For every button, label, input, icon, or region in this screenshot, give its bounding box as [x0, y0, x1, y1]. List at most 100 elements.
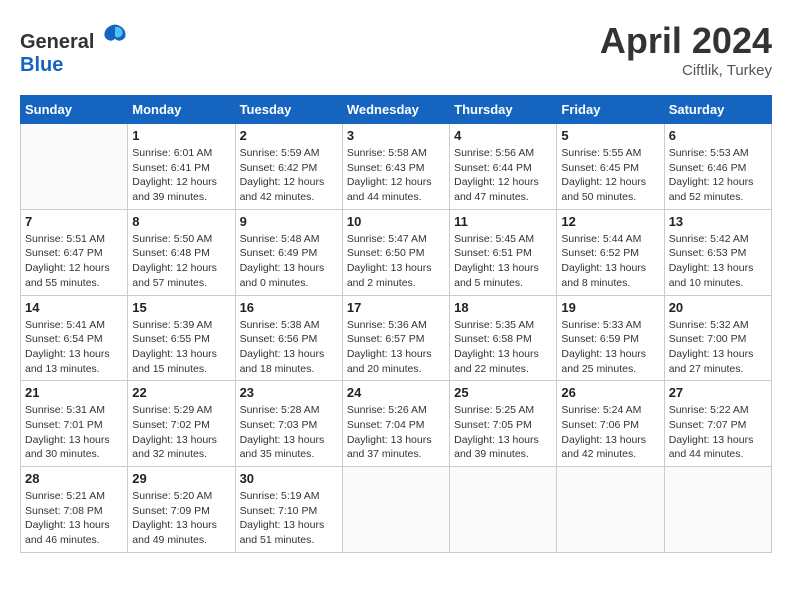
- calendar-cell: 19 Sunrise: 5:33 AM Sunset: 6:59 PM Dayli…: [557, 295, 664, 381]
- calendar-week-row: 28 Sunrise: 5:21 AM Sunset: 7:08 PM Dayli…: [21, 467, 772, 553]
- day-number: 14: [25, 300, 123, 315]
- day-number: 18: [454, 300, 552, 315]
- calendar-cell: [342, 467, 449, 553]
- logo-blue: Blue: [20, 54, 63, 76]
- day-number: 17: [347, 300, 445, 315]
- day-number: 5: [561, 128, 659, 143]
- calendar-week-row: 21 Sunrise: 5:31 AM Sunset: 7:01 PM Dayli…: [21, 381, 772, 467]
- day-info: Sunrise: 5:20 AM Sunset: 7:09 PM Dayligh…: [132, 489, 230, 548]
- day-number: 6: [669, 128, 767, 143]
- calendar-cell: [557, 467, 664, 553]
- day-info: Sunrise: 5:47 AM Sunset: 6:50 PM Dayligh…: [347, 232, 445, 291]
- day-info: Sunrise: 5:21 AM Sunset: 7:08 PM Dayligh…: [25, 489, 123, 548]
- calendar-cell: 2Sunrise: 5:59 AM Sunset: 6:42 PM Daylig…: [235, 124, 342, 210]
- calendar-cell: 26 Sunrise: 5:24 AM Sunset: 7:06 PM Dayli…: [557, 381, 664, 467]
- calendar-body: 1 Sunrise: 6:01 AM Sunset: 6:41 PM Daylig…: [21, 124, 772, 553]
- calendar-table: SundayMondayTuesdayWednesdayThursdayFrid…: [20, 95, 772, 553]
- calendar-cell: 1 Sunrise: 6:01 AM Sunset: 6:41 PM Daylig…: [128, 124, 235, 210]
- logo: General Blue: [20, 20, 129, 77]
- day-info: Sunrise: 5:42 AM Sunset: 6:53 PM Dayligh…: [669, 232, 767, 291]
- calendar-cell: 8 Sunrise: 5:50 AM Sunset: 6:48 PM Daylig…: [128, 209, 235, 295]
- day-number: 29: [132, 471, 230, 486]
- day-number: 20: [669, 300, 767, 315]
- day-number: 15: [132, 300, 230, 315]
- day-info: Sunrise: 5:22 AM Sunset: 7:07 PM Dayligh…: [669, 403, 767, 462]
- day-info: Sunrise: 5:26 AM Sunset: 7:04 PM Dayligh…: [347, 403, 445, 462]
- day-info: Sunrise: 5:58 AM Sunset: 6:43 PM Dayligh…: [347, 146, 445, 205]
- day-number: 24: [347, 385, 445, 400]
- header-day: Wednesday: [342, 96, 449, 124]
- day-info: Sunrise: 5:31 AM Sunset: 7:01 PM Dayligh…: [25, 403, 123, 462]
- day-info: Sunrise: 5:28 AM Sunset: 7:03 PM Dayligh…: [240, 403, 338, 462]
- day-number: 25: [454, 385, 552, 400]
- day-number: 2: [240, 128, 338, 143]
- calendar-cell: 20Sunrise: 5:32 AM Sunset: 7:00 PM Dayli…: [664, 295, 771, 381]
- day-number: 8: [132, 214, 230, 229]
- calendar-cell: 11 Sunrise: 5:45 AM Sunset: 6:51 PM Dayli…: [450, 209, 557, 295]
- calendar-cell: 30Sunrise: 5:19 AM Sunset: 7:10 PM Dayli…: [235, 467, 342, 553]
- calendar-cell: 27Sunrise: 5:22 AM Sunset: 7:07 PM Dayli…: [664, 381, 771, 467]
- day-info: Sunrise: 5:50 AM Sunset: 6:48 PM Dayligh…: [132, 232, 230, 291]
- calendar-cell: 12Sunrise: 5:44 AM Sunset: 6:52 PM Dayli…: [557, 209, 664, 295]
- day-number: 3: [347, 128, 445, 143]
- calendar-cell: 23 Sunrise: 5:28 AM Sunset: 7:03 PM Dayli…: [235, 381, 342, 467]
- calendar-cell: [664, 467, 771, 553]
- header-day: Monday: [128, 96, 235, 124]
- header-day: Saturday: [664, 96, 771, 124]
- logo-text: General Blue: [20, 20, 129, 77]
- day-number: 23: [240, 385, 338, 400]
- calendar-cell: 7Sunrise: 5:51 AM Sunset: 6:47 PM Daylig…: [21, 209, 128, 295]
- logo-general: General: [20, 31, 94, 53]
- day-number: 16: [240, 300, 338, 315]
- day-info: Sunrise: 5:35 AM Sunset: 6:58 PM Dayligh…: [454, 318, 552, 377]
- day-number: 30: [240, 471, 338, 486]
- calendar-cell: 24 Sunrise: 5:26 AM Sunset: 7:04 PM Dayli…: [342, 381, 449, 467]
- calendar-cell: [21, 124, 128, 210]
- day-number: 1: [132, 128, 230, 143]
- day-number: 11: [454, 214, 552, 229]
- day-number: 9: [240, 214, 338, 229]
- day-info: Sunrise: 5:45 AM Sunset: 6:51 PM Dayligh…: [454, 232, 552, 291]
- day-info: Sunrise: 5:33 AM Sunset: 6:59 PM Dayligh…: [561, 318, 659, 377]
- calendar-header: SundayMondayTuesdayWednesdayThursdayFrid…: [21, 96, 772, 124]
- calendar-cell: 29 Sunrise: 5:20 AM Sunset: 7:09 PM Dayli…: [128, 467, 235, 553]
- page-header: General Blue April 2024 Ciftlik, Turkey: [20, 20, 772, 79]
- calendar-cell: 25Sunrise: 5:25 AM Sunset: 7:05 PM Dayli…: [450, 381, 557, 467]
- day-info: Sunrise: 5:36 AM Sunset: 6:57 PM Dayligh…: [347, 318, 445, 377]
- day-number: 19: [561, 300, 659, 315]
- calendar-cell: 21 Sunrise: 5:31 AM Sunset: 7:01 PM Dayli…: [21, 381, 128, 467]
- day-info: Sunrise: 5:24 AM Sunset: 7:06 PM Dayligh…: [561, 403, 659, 462]
- day-info: Sunrise: 5:56 AM Sunset: 6:44 PM Dayligh…: [454, 146, 552, 205]
- day-info: Sunrise: 5:39 AM Sunset: 6:55 PM Dayligh…: [132, 318, 230, 377]
- logo-bird-icon: [101, 20, 129, 48]
- day-info: Sunrise: 6:01 AM Sunset: 6:41 PM Dayligh…: [132, 146, 230, 205]
- subtitle: Ciftlik, Turkey: [600, 62, 772, 79]
- day-number: 10: [347, 214, 445, 229]
- calendar-cell: 13Sunrise: 5:42 AM Sunset: 6:53 PM Dayli…: [664, 209, 771, 295]
- header-day: Sunday: [21, 96, 128, 124]
- calendar-cell: 14 Sunrise: 5:41 AM Sunset: 6:54 PM Dayli…: [21, 295, 128, 381]
- calendar-cell: 22Sunrise: 5:29 AM Sunset: 7:02 PM Dayli…: [128, 381, 235, 467]
- day-number: 22: [132, 385, 230, 400]
- header-row: SundayMondayTuesdayWednesdayThursdayFrid…: [21, 96, 772, 124]
- calendar-cell: 5 Sunrise: 5:55 AM Sunset: 6:45 PM Daylig…: [557, 124, 664, 210]
- calendar-cell: [450, 467, 557, 553]
- header-day: Tuesday: [235, 96, 342, 124]
- day-info: Sunrise: 5:38 AM Sunset: 6:56 PM Dayligh…: [240, 318, 338, 377]
- day-number: 21: [25, 385, 123, 400]
- calendar-cell: 10 Sunrise: 5:47 AM Sunset: 6:50 PM Dayli…: [342, 209, 449, 295]
- calendar-cell: 18 Sunrise: 5:35 AM Sunset: 6:58 PM Dayli…: [450, 295, 557, 381]
- day-info: Sunrise: 5:41 AM Sunset: 6:54 PM Dayligh…: [25, 318, 123, 377]
- calendar-cell: 4 Sunrise: 5:56 AM Sunset: 6:44 PM Daylig…: [450, 124, 557, 210]
- month-title: April 2024: [600, 20, 772, 62]
- header-day: Thursday: [450, 96, 557, 124]
- calendar-cell: 6Sunrise: 5:53 AM Sunset: 6:46 PM Daylig…: [664, 124, 771, 210]
- calendar-cell: 9Sunrise: 5:48 AM Sunset: 6:49 PM Daylig…: [235, 209, 342, 295]
- day-number: 26: [561, 385, 659, 400]
- calendar-week-row: 7Sunrise: 5:51 AM Sunset: 6:47 PM Daylig…: [21, 209, 772, 295]
- day-number: 4: [454, 128, 552, 143]
- day-info: Sunrise: 5:55 AM Sunset: 6:45 PM Dayligh…: [561, 146, 659, 205]
- header-day: Friday: [557, 96, 664, 124]
- day-number: 28: [25, 471, 123, 486]
- day-info: Sunrise: 5:44 AM Sunset: 6:52 PM Dayligh…: [561, 232, 659, 291]
